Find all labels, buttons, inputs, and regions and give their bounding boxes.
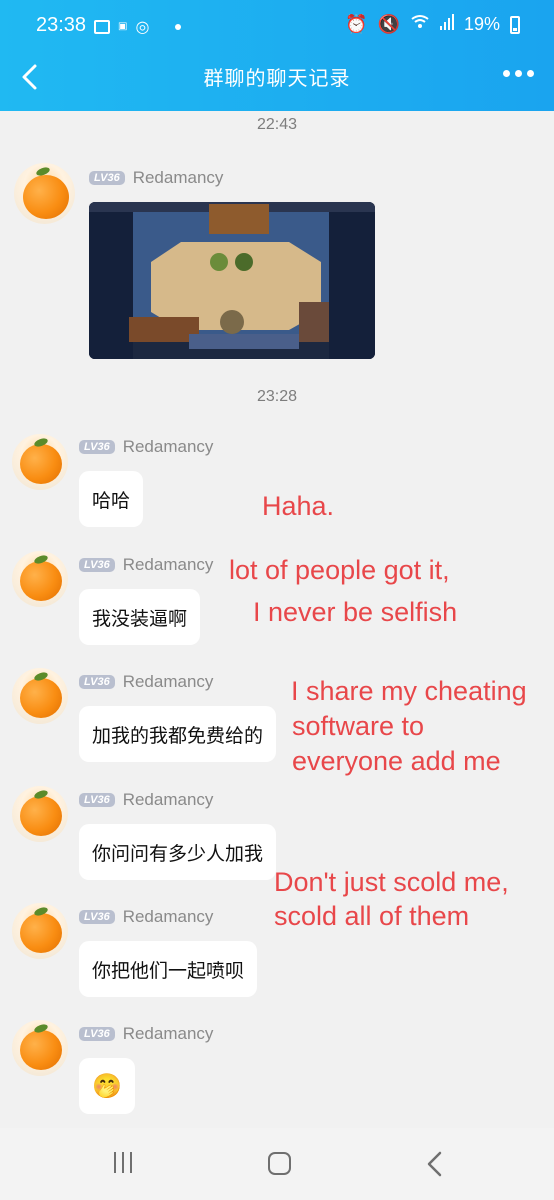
sender-name: Redamancy <box>122 437 214 456</box>
annotation-text: I never be selfish <box>253 597 458 627</box>
level-badge: LV36 <box>79 793 115 807</box>
message-meta: LV36 Redamancy <box>79 1024 213 1044</box>
message-bubble[interactable]: 你把他们一起喷呗 <box>79 941 258 997</box>
battery-icon <box>510 15 520 34</box>
status-left-icons: ▣ ◎ <box>94 17 182 36</box>
sender-name: Redamancy <box>122 672 214 691</box>
avatar[interactable] <box>12 551 68 607</box>
more-icon[interactable] <box>503 70 534 77</box>
message-bubble[interactable]: 我没装逼啊 <box>79 589 201 645</box>
recents-icon[interactable] <box>114 1152 132 1173</box>
message-meta: LV36 Redamancy <box>79 790 213 810</box>
alarm-icon: ⏰ <box>345 14 368 34</box>
annotation-text: I share my cheating <box>291 676 527 706</box>
level-badge: LV36 <box>79 1027 115 1041</box>
sender-name: Redamancy <box>132 168 224 187</box>
image-icon <box>94 19 110 34</box>
avatar[interactable] <box>12 668 68 724</box>
timestamp: 23:28 <box>256 388 298 405</box>
annotation-text: Haha. <box>262 491 335 521</box>
annotation-text: lot of people got it, <box>229 555 450 585</box>
message-bubble[interactable]: 你问问有多少人加我 <box>79 824 277 880</box>
annotation-text: Don't just scold me, <box>274 867 509 897</box>
back-icon[interactable] <box>424 1150 446 1178</box>
nav-bar: 群聊的聊天记录 <box>0 56 554 111</box>
hearthstone-game-screenshot <box>89 202 375 359</box>
message-bubble[interactable]: 哈哈 <box>79 471 144 527</box>
status-right-icons: ⏰ 🔇 19% <box>345 14 520 35</box>
timestamp: 22:43 <box>256 116 298 133</box>
signal-icon <box>439 14 454 35</box>
annotation-text: scold all of them <box>274 901 470 931</box>
battery-text: 19% <box>463 14 500 34</box>
avatar[interactable] <box>12 786 68 842</box>
sender-name: Redamancy <box>122 555 214 574</box>
level-badge: LV36 <box>79 910 115 924</box>
emoji-message[interactable]: 🤭 <box>79 1058 135 1114</box>
avatar[interactable] <box>12 903 68 959</box>
image-message[interactable] <box>89 202 375 359</box>
system-nav-bar <box>0 1128 554 1200</box>
message-meta: LV36 Redamancy <box>79 437 213 457</box>
wifi-icon <box>410 14 430 35</box>
sender-name: Redamancy <box>122 907 214 926</box>
level-badge: LV36 <box>89 171 125 185</box>
message-meta: LV36 Redamancy <box>89 168 223 188</box>
app-icon: ▣ <box>118 21 128 32</box>
status-time: 23:38 <box>36 14 87 36</box>
avatar[interactable] <box>14 163 75 224</box>
avatar[interactable] <box>12 1020 68 1076</box>
page-title: 群聊的聊天记录 <box>203 66 351 90</box>
level-badge: LV36 <box>79 558 115 572</box>
status-bar: 23:38 ▣ ◎ ⏰ 🔇 19% <box>0 0 554 56</box>
sender-name: Redamancy <box>122 1024 214 1043</box>
sender-name: Redamancy <box>122 790 214 809</box>
level-badge: LV36 <box>79 675 115 689</box>
home-icon[interactable] <box>268 1152 291 1175</box>
mute-icon: 🔇 <box>377 14 400 34</box>
annotation-text: everyone add me <box>292 746 501 776</box>
netease-music-icon: ◎ <box>135 17 150 36</box>
message-bubble[interactable]: 加我的我都免费给的 <box>79 706 277 762</box>
annotation-text: software to <box>292 711 425 741</box>
message-meta: LV36 Redamancy <box>79 672 213 692</box>
header: 23:38 ▣ ◎ ⏰ 🔇 19% 群聊的聊天记录 <box>0 0 554 111</box>
level-badge: LV36 <box>79 440 115 454</box>
avatar[interactable] <box>12 434 68 490</box>
message-meta: LV36 Redamancy <box>79 555 213 575</box>
message-meta: LV36 Redamancy <box>79 907 213 927</box>
dot-icon <box>175 23 182 30</box>
